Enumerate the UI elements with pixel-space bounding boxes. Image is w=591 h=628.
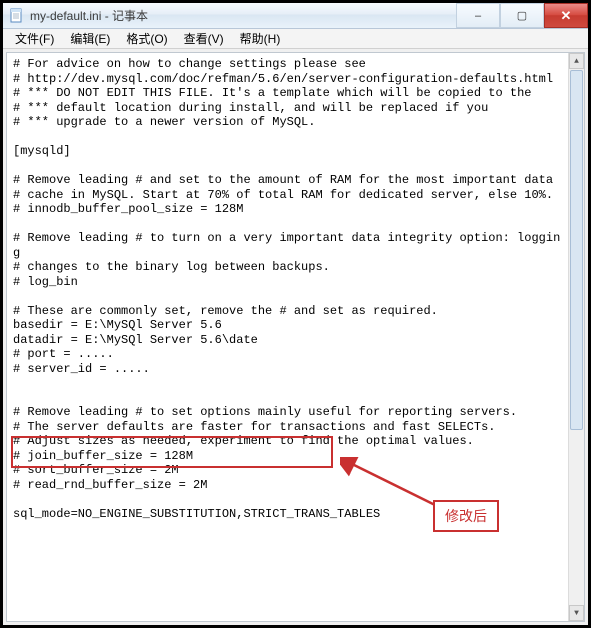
editor-line: # *** default location during install, a… xyxy=(13,101,488,115)
chevron-down-icon: ▼ xyxy=(574,609,579,618)
close-icon: ✕ xyxy=(561,8,572,24)
editor-line: [mysqld] xyxy=(13,144,71,158)
editor-line: # Remove leading # and set to the amount… xyxy=(13,173,553,187)
editor-line: datadir = E:\MySQl Server 5.6\date xyxy=(13,333,258,347)
editor-line: # http://dev.mysql.com/doc/refman/5.6/en… xyxy=(13,72,553,86)
editor-line: # port = ..... xyxy=(13,347,114,361)
editor-line: # read_rnd_buffer_size = 2M xyxy=(13,478,207,492)
editor-line: # *** DO NOT EDIT THIS FILE. It's a temp… xyxy=(13,86,531,100)
editor-line: # log_bin xyxy=(13,275,78,289)
editor-line: # For advice on how to change settings p… xyxy=(13,57,366,71)
vertical-scrollbar[interactable]: ▲ ▼ xyxy=(568,53,584,621)
menu-file[interactable]: 文件(F) xyxy=(7,28,62,49)
editor-line: # innodb_buffer_pool_size = 128M xyxy=(13,202,243,216)
editor-frame: # For advice on how to change settings p… xyxy=(6,52,585,622)
editor-line: basedir = E:\MySQl Server 5.6 xyxy=(13,318,222,332)
editor-line: # changes to the binary log between back… xyxy=(13,260,330,274)
scrollbar-thumb[interactable] xyxy=(570,70,583,430)
editor-line: # sort_buffer_size = 2M xyxy=(13,463,179,477)
minimize-icon: – xyxy=(475,10,481,22)
editor-line: # The server defaults are faster for tra… xyxy=(13,420,495,434)
editor-line: # server_id = ..... xyxy=(13,362,150,376)
editor-line: # Adjust sizes as needed, experiment to … xyxy=(13,434,474,448)
menu-edit[interactable]: 编辑(E) xyxy=(62,28,118,49)
maximize-button[interactable]: ▢ xyxy=(500,3,544,28)
editor-line: # These are commonly set, remove the # a… xyxy=(13,304,438,318)
menubar: 文件(F) 编辑(E) 格式(O) 查看(V) 帮助(H) xyxy=(3,29,588,49)
menu-view[interactable]: 查看(V) xyxy=(176,28,232,49)
window-frame: my-default.ini - 记事本 – ▢ ✕ 文件(F) 编辑(E) 格… xyxy=(0,0,591,628)
chevron-up-icon: ▲ xyxy=(574,57,579,66)
close-button[interactable]: ✕ xyxy=(544,3,588,28)
editor-line: # *** upgrade to a newer version of MySQ… xyxy=(13,115,315,129)
editor-line: sql_mode=NO_ENGINE_SUBSTITUTION,STRICT_T… xyxy=(13,507,380,521)
minimize-button[interactable]: – xyxy=(456,3,500,28)
window-control-buttons: – ▢ ✕ xyxy=(456,3,588,28)
scroll-up-button[interactable]: ▲ xyxy=(569,53,584,69)
menu-help[interactable]: 帮助(H) xyxy=(232,28,289,49)
notepad-icon xyxy=(9,8,25,24)
editor-line: # Remove leading # to turn on a very imp… xyxy=(13,231,560,260)
maximize-icon: ▢ xyxy=(517,9,527,22)
text-editor[interactable]: # For advice on how to change settings p… xyxy=(7,53,568,621)
menu-format[interactable]: 格式(O) xyxy=(118,28,175,49)
scroll-down-button[interactable]: ▼ xyxy=(569,605,584,621)
titlebar[interactable]: my-default.ini - 记事本 – ▢ ✕ xyxy=(3,3,588,29)
window-title: my-default.ini - 记事本 xyxy=(30,7,148,24)
editor-line: # cache in MySQL. Start at 70% of total … xyxy=(13,188,553,202)
editor-line: # Remove leading # to set options mainly… xyxy=(13,405,517,419)
editor-line: # join_buffer_size = 128M xyxy=(13,449,193,463)
